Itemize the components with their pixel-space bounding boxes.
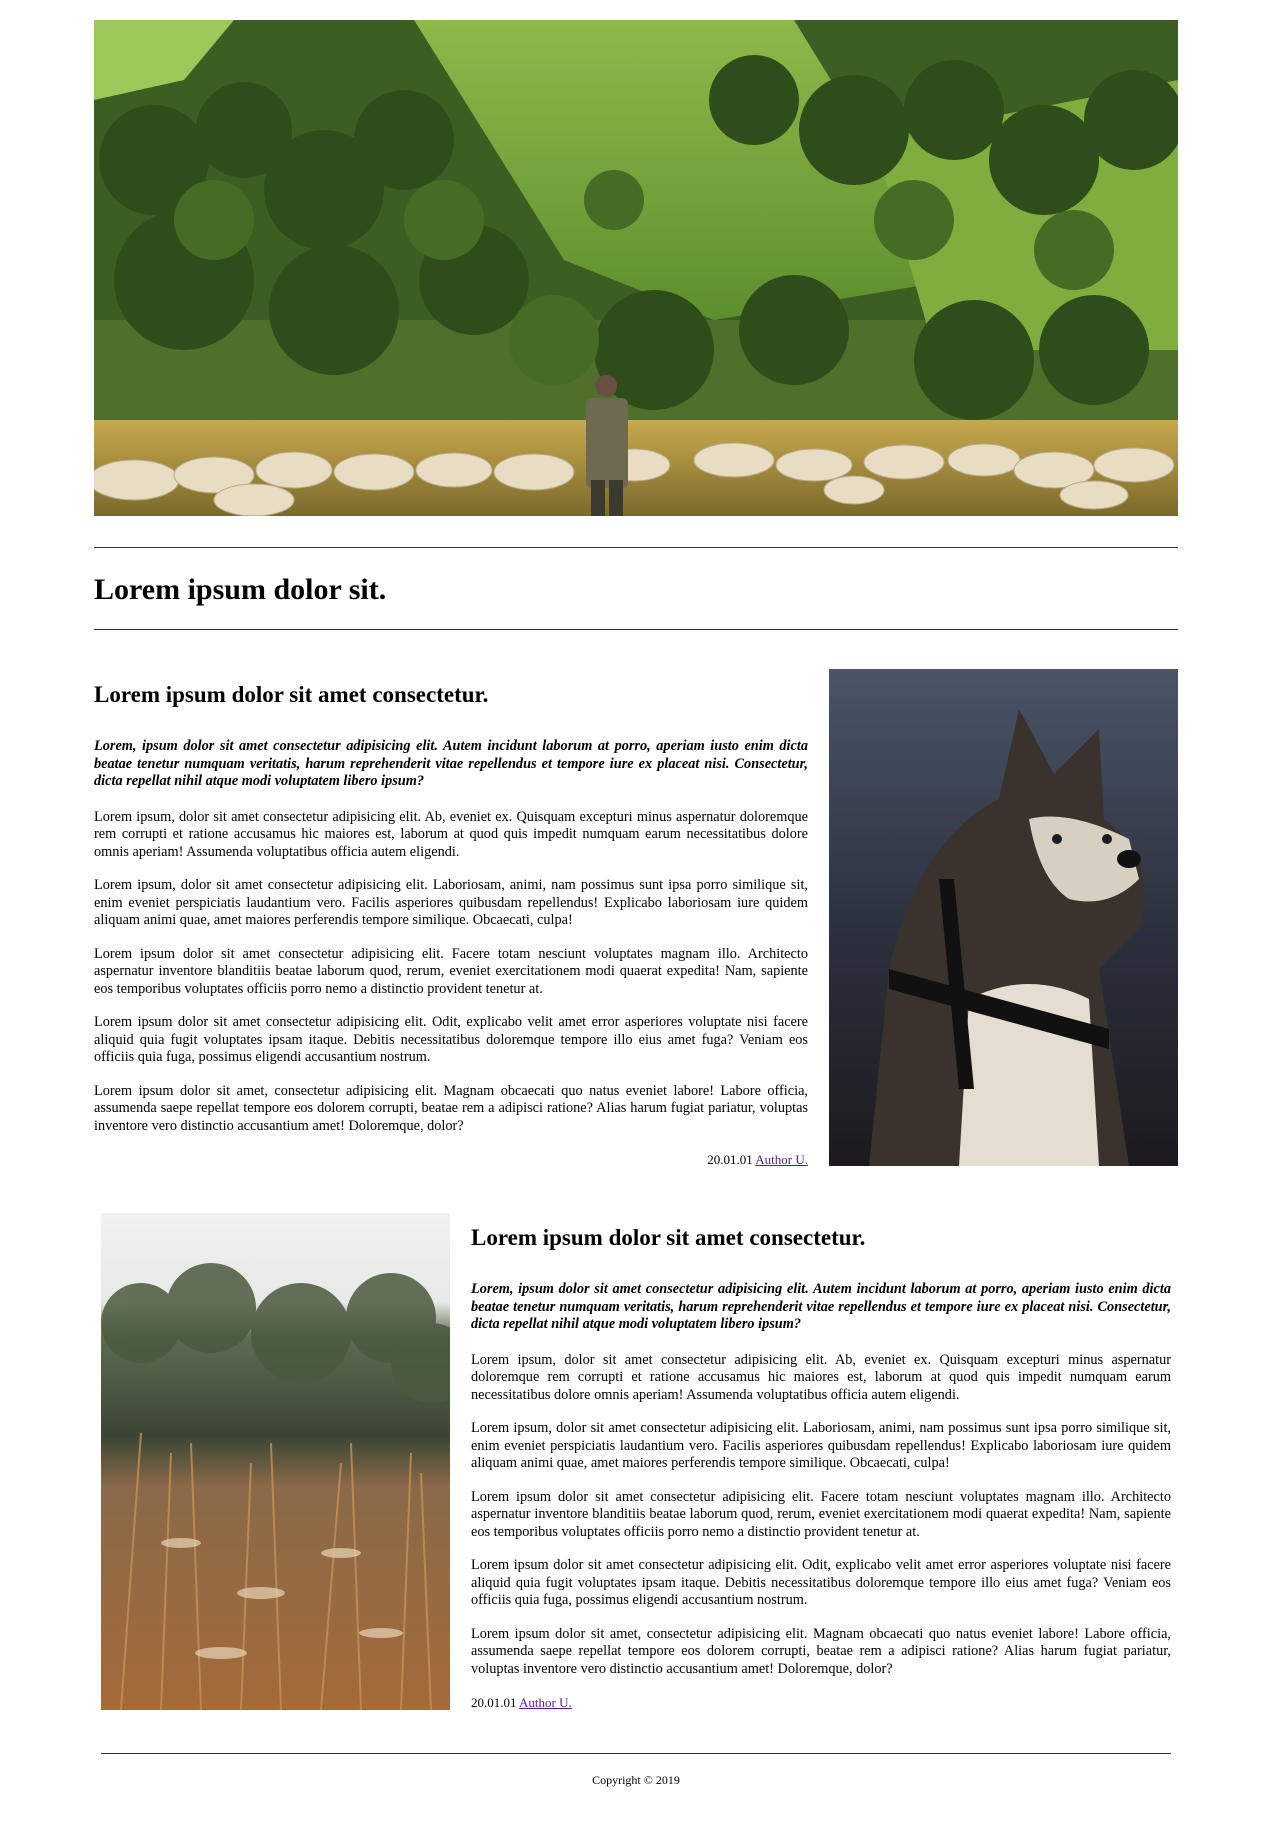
article-1-image	[829, 669, 1178, 1166]
hero-image	[94, 20, 1178, 516]
article-date: 20.01.01	[707, 1152, 753, 1167]
article-paragraph: Lorem ipsum, dolor sit amet consectetur …	[94, 808, 808, 860]
article-paragraph: Lorem ipsum, dolor sit amet consectetur …	[94, 877, 808, 928]
article-paragraph: Lorem ipsum, dolor sit amet consectetur …	[471, 1420, 1171, 1471]
article-paragraph: Lorem ipsum dolor sit amet consectetur a…	[471, 1488, 1171, 1540]
article-2-image	[101, 1213, 450, 1710]
article-date: 20.01.01	[471, 1695, 517, 1710]
article-paragraph: Lorem ipsum dolor sit amet consectetur a…	[471, 1557, 1171, 1608]
wolfdog-illustration	[829, 669, 1178, 1166]
article-paragraph: Lorem ipsum dolor sit amet, consectetur …	[471, 1625, 1171, 1677]
dry-grass-illustration	[101, 1213, 450, 1710]
hero-landscape-illustration	[94, 20, 1178, 516]
divider-bottom	[94, 629, 1178, 630]
article-meta: 20.01.01 Author U.	[94, 1151, 808, 1168]
article-1: Lorem ipsum dolor sit amet consectetur. …	[94, 680, 808, 1168]
article-paragraph: Lorem ipsum dolor sit amet, consectetur …	[94, 1082, 808, 1134]
divider-top	[94, 547, 1178, 548]
page-title: Lorem ipsum dolor sit.	[94, 573, 387, 606]
author-link[interactable]: Author U.	[519, 1695, 572, 1710]
copyright-text: Copyright © 2019	[592, 1773, 680, 1787]
article-lead: Lorem, ipsum dolor sit amet consectetur …	[471, 1281, 1171, 1332]
article-2: Lorem ipsum dolor sit amet consectetur. …	[471, 1223, 1171, 1711]
article-meta: 20.01.01 Author U.	[471, 1694, 1171, 1711]
article-lead: Lorem, ipsum dolor sit amet consectetur …	[94, 738, 808, 789]
article-paragraph: Lorem ipsum dolor sit amet consectetur a…	[94, 1014, 808, 1065]
article-paragraph: Lorem ipsum, dolor sit amet consectetur …	[471, 1351, 1171, 1403]
article-heading: Lorem ipsum dolor sit amet consectetur.	[94, 682, 489, 707]
author-link[interactable]: Author U.	[755, 1152, 808, 1167]
footer-divider	[101, 1753, 1171, 1754]
article-paragraph: Lorem ipsum dolor sit amet consectetur a…	[94, 945, 808, 997]
article-heading: Lorem ipsum dolor sit amet consectetur.	[471, 1225, 866, 1250]
